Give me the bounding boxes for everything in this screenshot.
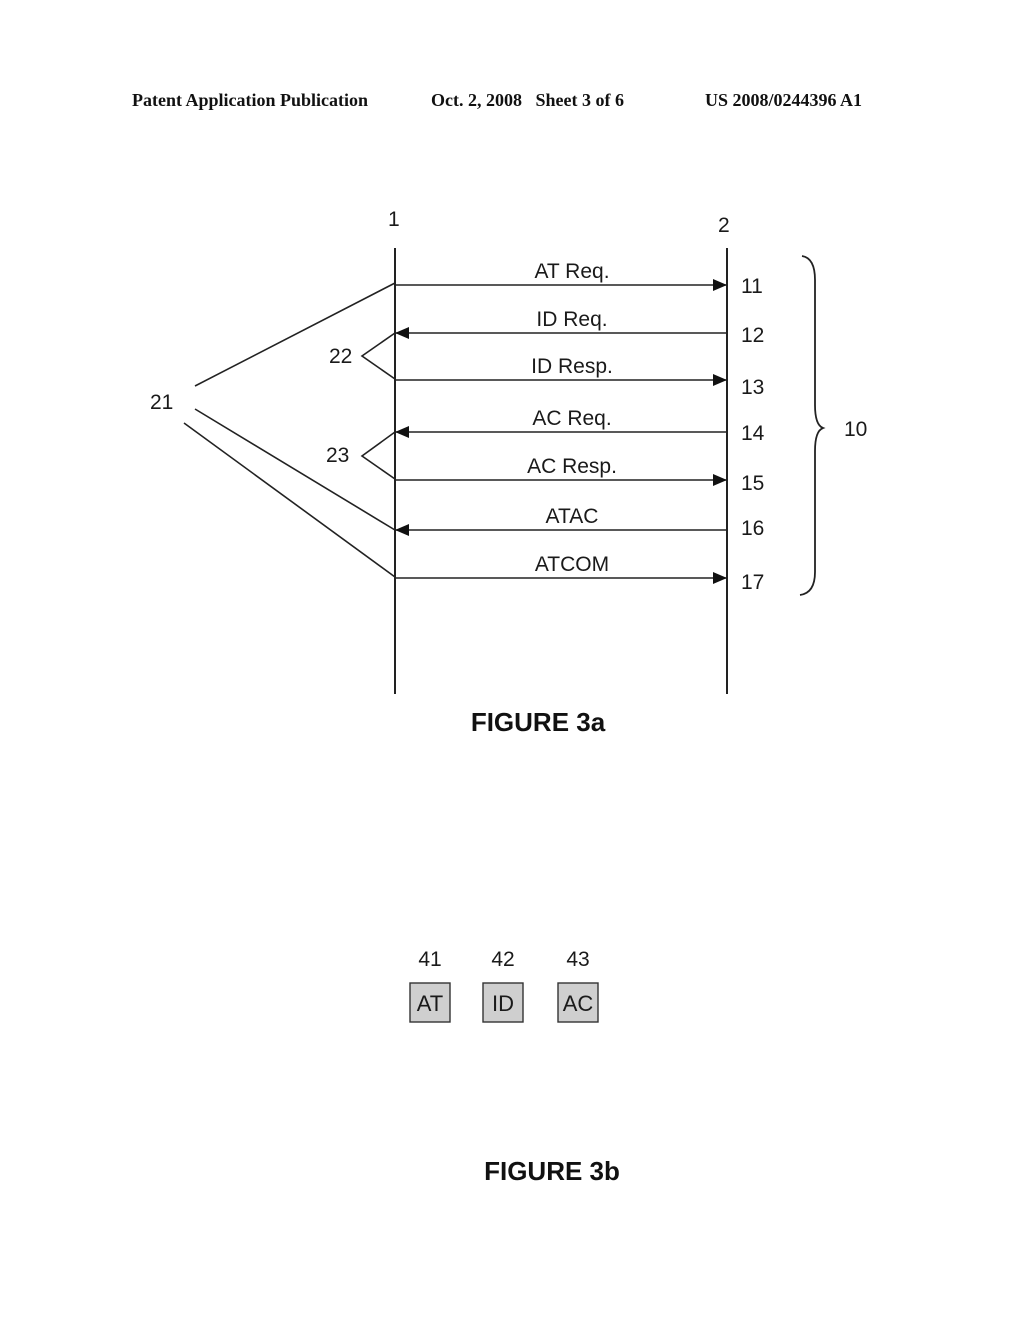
group-10-brace — [799, 255, 826, 596]
group-23-ref: 23 — [326, 444, 349, 467]
figure-3b: 41 AT 42 ID 43 AC FIGURE 3b — [409, 948, 620, 1186]
field-box-ref: 42 — [491, 948, 514, 971]
group-21-ref: 21 — [150, 391, 173, 414]
group-21-line-mid — [194, 408, 396, 531]
group-23-bracket — [360, 431, 396, 480]
message-ref: 13 — [741, 376, 764, 399]
group-21-line-bottom — [183, 422, 396, 578]
message-label: ATCOM — [535, 553, 609, 576]
group-22-ref: 22 — [329, 345, 352, 368]
message-ref: 14 — [741, 422, 765, 445]
message-label: AT Req. — [534, 260, 609, 283]
group-21-line-top — [194, 282, 396, 387]
field-box-ref: 41 — [418, 948, 441, 971]
message-label: ID Req. — [536, 308, 607, 331]
field-box-label: AC — [563, 991, 594, 1016]
field-box-list: 41 AT 42 ID 43 AC — [409, 948, 599, 1023]
entity-2-ref: 2 — [718, 214, 730, 237]
group-22-bracket — [360, 332, 396, 380]
message-list: AT Req. 11 ID Req. 12 ID Resp. 13 AC Req. 14 AC … — [395, 260, 765, 594]
group-10-ref: 10 — [844, 418, 867, 441]
message-ref: 16 — [741, 517, 764, 540]
entity-1-ref: 1 — [388, 208, 400, 231]
message-ref: 15 — [741, 472, 764, 495]
field-box-label: AT — [417, 991, 443, 1016]
field-box-label: ID — [492, 991, 514, 1016]
message-label: AC Req. — [532, 407, 611, 430]
message-label: AC Resp. — [527, 455, 617, 478]
figure-3a-caption: FIGURE 3a — [471, 707, 606, 737]
message-label: ID Resp. — [531, 355, 613, 378]
figure-3a: 1 2 AT Req. 11 ID Req. 12 ID Resp. 13 AC Req. 1… — [150, 208, 867, 737]
message-ref: 17 — [741, 571, 764, 594]
message-ref: 12 — [741, 324, 764, 347]
field-box-ref: 43 — [566, 948, 589, 971]
message-ref: 11 — [741, 275, 763, 298]
figure-canvas: 1 2 AT Req. 11 ID Req. 12 ID Resp. 13 AC Req. 1… — [150, 208, 867, 1186]
message-label: ATAC — [546, 505, 599, 528]
figure-3b-caption: FIGURE 3b — [484, 1156, 620, 1186]
